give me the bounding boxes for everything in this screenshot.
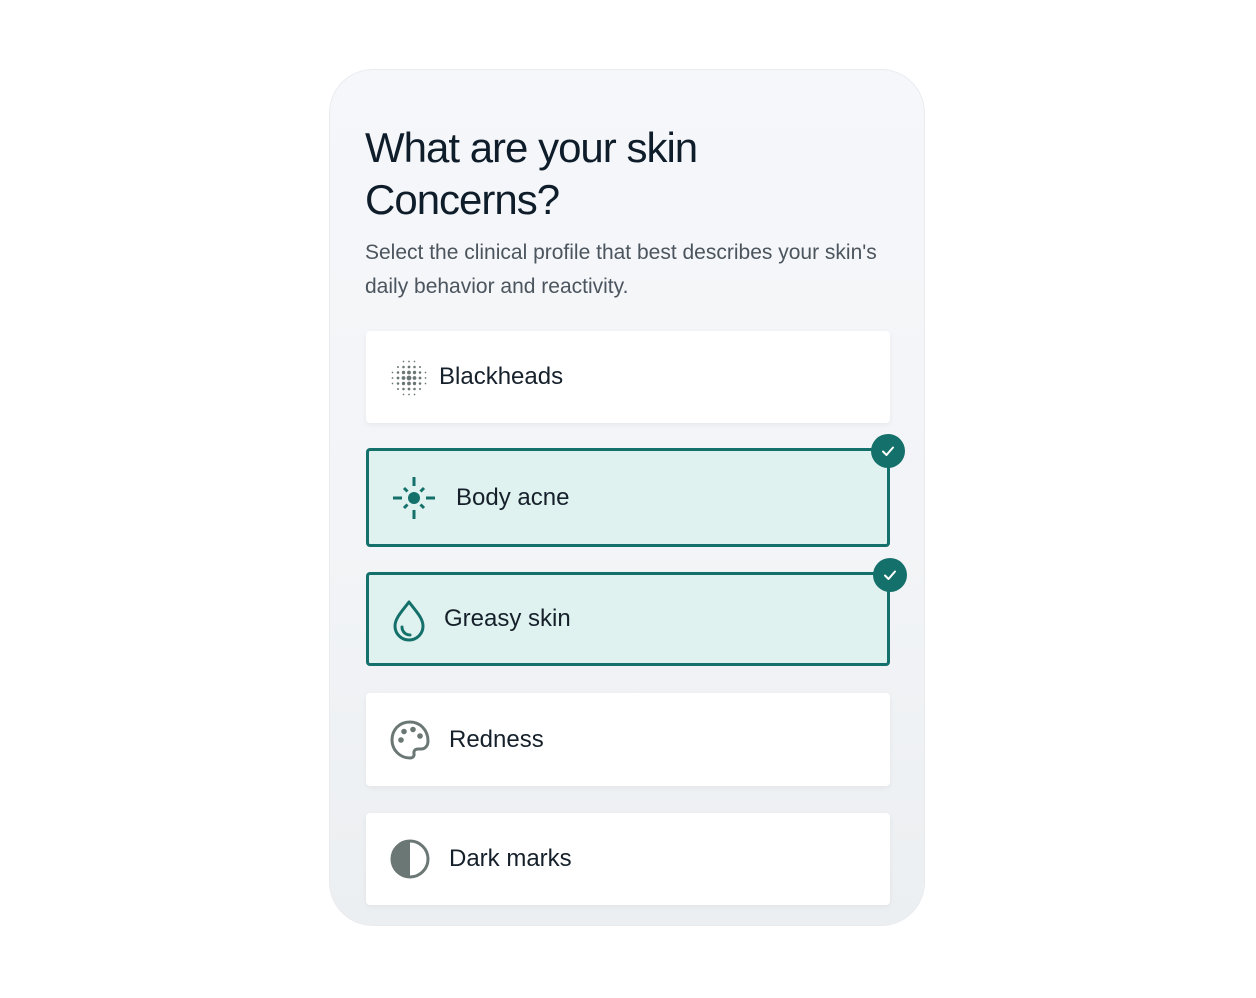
page: What are your skin Concerns? Select the …	[0, 0, 1256, 998]
option-blackheads[interactable]: Blackheads	[366, 331, 890, 423]
skin-concerns-card: What are your skin Concerns? Select the …	[329, 69, 925, 926]
palette-icon	[390, 720, 430, 760]
option-label: Body acne	[456, 483, 570, 511]
checkmark-icon	[882, 446, 894, 456]
option-label: Redness	[449, 725, 544, 753]
option-body-acne[interactable]: Body acne	[366, 434, 905, 547]
check-badge	[873, 558, 907, 592]
option-label: Blackheads	[439, 363, 564, 390]
dot-grid-icon	[391, 360, 427, 396]
half-circle-icon	[390, 839, 430, 879]
option-redness[interactable]: Redness	[366, 693, 890, 786]
option-dark-marks[interactable]: Dark marks	[366, 813, 890, 905]
option-label: Greasy skin	[444, 605, 571, 632]
option-label: Dark marks	[449, 845, 572, 872]
page-title: What are your skin Concerns?	[365, 124, 698, 223]
page-subtitle: Select the clinical profile that best de…	[365, 241, 877, 298]
burst-icon	[393, 477, 435, 519]
check-badge	[871, 434, 905, 468]
option-greasy-skin[interactable]: Greasy skin	[366, 558, 907, 666]
checkmark-icon	[884, 570, 896, 580]
droplet-icon	[393, 600, 425, 642]
